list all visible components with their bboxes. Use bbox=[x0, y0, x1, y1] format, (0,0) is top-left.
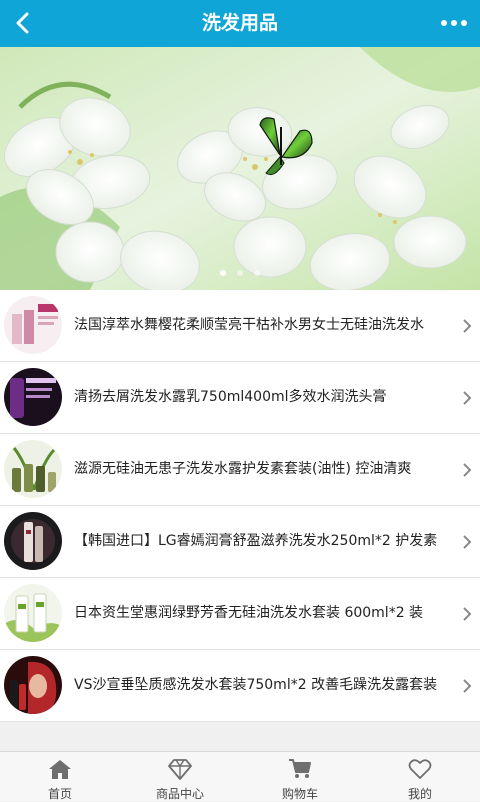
product-name: 清扬去屑洗发水露乳750ml400ml多效水润洗头膏 bbox=[74, 389, 387, 405]
cherry-blossom-butterfly-image bbox=[0, 47, 480, 290]
product-thumbnail bbox=[4, 512, 62, 570]
chevron-right-icon bbox=[463, 535, 472, 549]
product-row[interactable]: 滋源无硅油无患子洗发水露护发素套装(油性) 控油清爽 bbox=[0, 434, 480, 506]
diamond-icon bbox=[168, 759, 192, 780]
tab-label: 购物车 bbox=[281, 787, 318, 801]
chevron-right-icon bbox=[463, 391, 472, 405]
product-name: 法国淳萃水舞樱花柔顺莹亮干枯补水男女士无硅油洗发水 bbox=[74, 317, 424, 333]
product-row[interactable]: 日本资生堂惠润绿野芳香无硅油洗发水套装 600ml*2 装 bbox=[0, 578, 480, 650]
tab-label: 首页 bbox=[47, 787, 72, 801]
chevron-right-icon bbox=[463, 319, 472, 333]
carousel-dot[interactable] bbox=[219, 270, 226, 276]
header-bar: 洗发用品 bbox=[0, 0, 480, 47]
chevron-right-icon bbox=[463, 463, 472, 477]
product-thumbnail bbox=[4, 656, 62, 714]
tab-products[interactable]: 商品中心 bbox=[120, 752, 240, 801]
product-row[interactable]: VS沙宣垂坠质感洗发水套装750ml*2 改善毛躁洗发露套装 bbox=[0, 650, 480, 722]
carousel-dot[interactable] bbox=[237, 270, 243, 276]
product-thumbnail bbox=[4, 440, 62, 498]
tab-label: 我的 bbox=[407, 787, 432, 801]
product-thumbnail bbox=[4, 368, 62, 426]
more-dots-icon[interactable] bbox=[440, 12, 468, 34]
tab-home[interactable]: 首页 bbox=[0, 752, 120, 801]
cart-icon bbox=[289, 759, 311, 778]
carousel-indicators[interactable] bbox=[0, 261, 480, 280]
bottom-tab-bar: 首页 商品中心 购物车 我的 bbox=[0, 751, 480, 801]
carousel-dot[interactable] bbox=[254, 270, 261, 276]
product-row[interactable]: 清扬去屑洗发水露乳750ml400ml多效水润洗头膏 bbox=[0, 362, 480, 434]
chevron-right-icon bbox=[463, 607, 472, 621]
heart-icon bbox=[408, 759, 432, 779]
product-thumbnail bbox=[4, 584, 62, 642]
product-name: 滋源无硅油无患子洗发水露护发素套装(油性) 控油清爽 bbox=[74, 461, 412, 477]
page-title: 洗发用品 bbox=[201, 12, 278, 34]
tab-mine[interactable]: 我的 bbox=[360, 752, 480, 801]
product-row[interactable]: 法国淳萃水舞樱花柔顺莹亮干枯补水男女士无硅油洗发水 bbox=[0, 290, 480, 362]
product-name: 【韩国进口】LG睿嫣润膏舒盈滋养洗发水250ml*2 护发素 bbox=[74, 533, 438, 549]
banner-carousel[interactable] bbox=[0, 47, 480, 290]
tab-label: 商品中心 bbox=[155, 787, 204, 801]
chevron-right-icon bbox=[463, 679, 472, 693]
product-list: 法国淳萃水舞樱花柔顺莹亮干枯补水男女士无硅油洗发水 清扬去屑洗发水露乳750ml… bbox=[0, 290, 480, 722]
product-name: VS沙宣垂坠质感洗发水套装750ml*2 改善毛躁洗发露套装 bbox=[74, 677, 438, 693]
product-row[interactable]: 【韩国进口】LG睿嫣润膏舒盈滋养洗发水250ml*2 护发素 bbox=[0, 506, 480, 578]
product-thumbnail bbox=[4, 296, 62, 354]
product-name: 日本资生堂惠润绿野芳香无硅油洗发水套装 600ml*2 装 bbox=[74, 605, 424, 621]
tab-cart[interactable]: 购物车 bbox=[240, 752, 360, 801]
home-icon bbox=[49, 760, 71, 779]
